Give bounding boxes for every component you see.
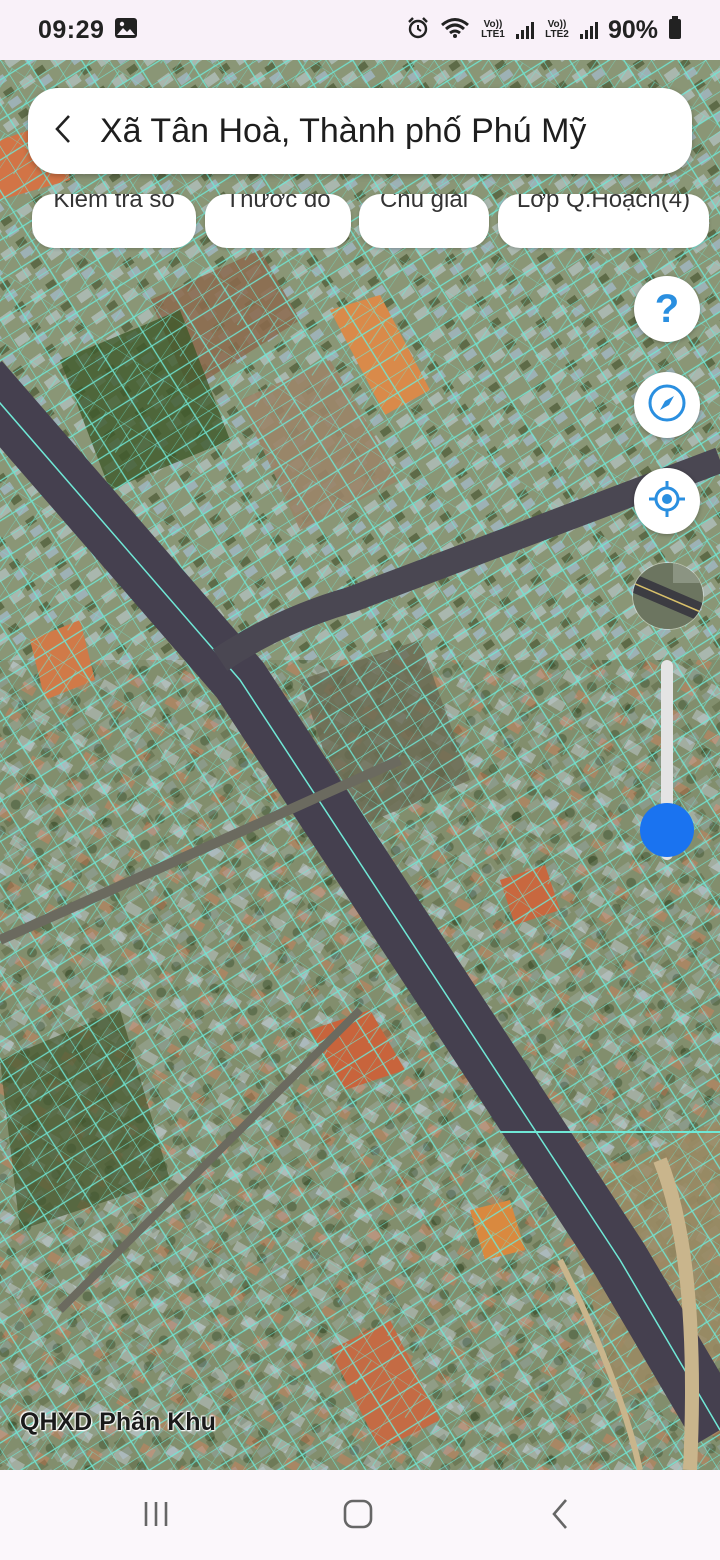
- status-right: Vo)) LTE1 Vo)) LTE2 90%: [406, 15, 682, 45]
- compass-icon: [647, 383, 687, 428]
- sim2-label: Vo)) LTE2: [545, 19, 569, 40]
- chip-check-certificate[interactable]: Kiểm tra sổ: [32, 194, 196, 248]
- chip-label: Thước đo: [225, 194, 331, 213]
- location-title: Xã Tân Hoà, Thành phố Phú Mỹ: [100, 111, 587, 150]
- signal-icon: [515, 21, 534, 39]
- status-left: 09:29: [38, 16, 138, 45]
- chip-label: Lớp Q.Hoạch(4): [516, 194, 691, 213]
- recent-apps-icon: [141, 1499, 171, 1534]
- wifi-icon: [440, 17, 470, 44]
- recent-apps-button[interactable]: [126, 1494, 186, 1538]
- chevron-left-icon: [53, 113, 75, 150]
- map-canvas[interactable]: [0, 60, 720, 1470]
- system-nav-bar: [0, 1470, 720, 1560]
- battery-percent: 90%: [607, 15, 658, 44]
- back-button[interactable]: [28, 88, 100, 174]
- location-header[interactable]: Xã Tân Hoà, Thành phố Phú Mỹ: [28, 88, 692, 174]
- gallery-icon: [114, 17, 138, 44]
- compass-button[interactable]: [634, 372, 700, 438]
- home-button[interactable]: [328, 1494, 388, 1538]
- layer-thumbnail-image: [633, 563, 703, 629]
- battery-icon: [668, 15, 682, 45]
- map-layer-label: QHXD Phân Khu: [20, 1408, 216, 1436]
- my-location-button[interactable]: [634, 468, 700, 534]
- layer-thumbnail[interactable]: [632, 562, 704, 630]
- nav-back-button[interactable]: [530, 1494, 590, 1538]
- signal-icon-2: [579, 21, 598, 39]
- chip-label: Chú giải: [379, 194, 469, 213]
- alarm-icon: [406, 16, 430, 45]
- status-time: 09:29: [38, 15, 105, 44]
- chip-planning-layer[interactable]: Lớp Q.Hoạch(4): [498, 194, 709, 248]
- sim1-label: Vo)) LTE1: [481, 19, 505, 40]
- chip-label: Kiểm tra sổ: [53, 194, 175, 213]
- chip-legend[interactable]: Chú giải: [359, 194, 489, 248]
- status-bar: 09:29 Vo)) LTE1 Vo)) LTE2 90%: [0, 0, 720, 60]
- help-icon: ?: [654, 286, 680, 331]
- my-location-icon: [647, 479, 687, 524]
- home-icon: [342, 1498, 374, 1535]
- opacity-slider-thumb[interactable]: [640, 803, 694, 857]
- satellite-map[interactable]: [0, 60, 720, 1470]
- back-icon: [549, 1498, 571, 1535]
- chip-measure[interactable]: Thước đo: [205, 194, 351, 248]
- help-button[interactable]: ?: [634, 276, 700, 342]
